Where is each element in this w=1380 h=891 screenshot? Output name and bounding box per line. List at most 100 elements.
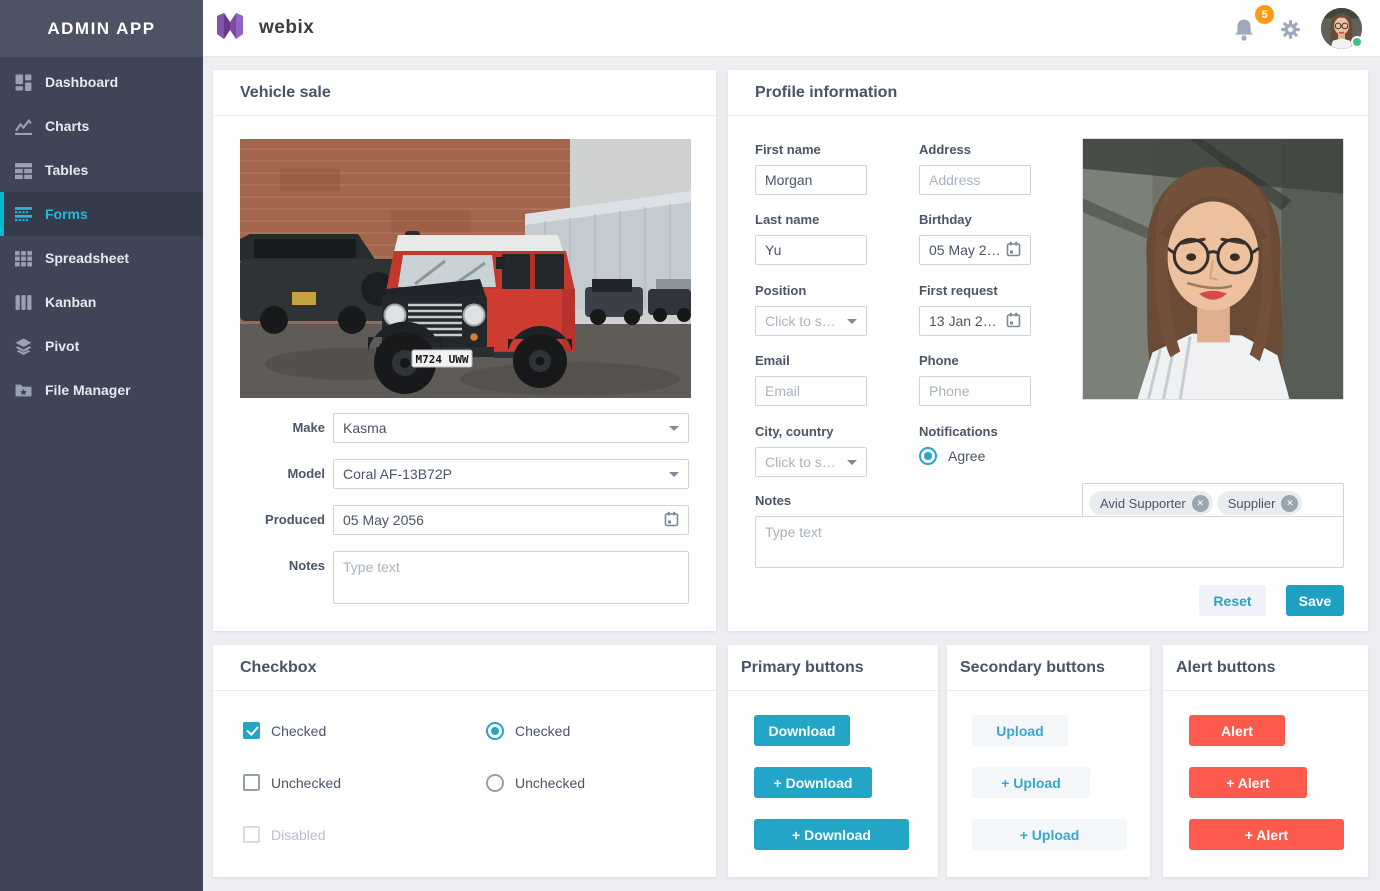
gear-icon xyxy=(1280,19,1301,40)
webix-logo-icon xyxy=(213,10,249,47)
radio-unchecked[interactable]: Unchecked xyxy=(486,774,585,792)
first-name-input[interactable] xyxy=(755,165,867,195)
panel-title: Primary buttons xyxy=(728,645,938,691)
checkbox-checked[interactable]: Checked xyxy=(243,722,326,739)
profile-notes-label: Notes xyxy=(755,494,1344,508)
spreadsheet-icon xyxy=(15,250,32,267)
tables-icon xyxy=(15,162,32,179)
sidebar-item-charts[interactable]: Charts xyxy=(0,104,203,148)
first-request-datepicker[interactable]: 13 Jan 2… xyxy=(919,306,1031,336)
save-button[interactable]: Save xyxy=(1286,585,1344,616)
radio-checked[interactable]: Checked xyxy=(486,722,570,740)
download-button[interactable]: + Download xyxy=(754,767,872,798)
produced-label: Produced xyxy=(240,505,333,535)
agree-radio[interactable]: Agree xyxy=(919,447,1049,465)
upload-button[interactable]: Upload xyxy=(972,715,1068,746)
webix-logo-text: webix xyxy=(259,17,314,39)
profile-panel: Profile information First name Last name… xyxy=(728,70,1368,631)
position-combo[interactable]: Click to s… xyxy=(755,306,867,336)
sidebar-item-label: Dashboard xyxy=(45,74,118,90)
sidebar-item-dashboard[interactable]: Dashboard xyxy=(0,60,203,104)
make-combo[interactable]: Kasma xyxy=(333,413,689,443)
radio-checked-icon xyxy=(486,722,504,740)
birthday-datepicker[interactable]: 05 May 2… xyxy=(919,235,1031,265)
chevron-down-icon xyxy=(847,460,857,465)
position-label: Position xyxy=(755,284,867,298)
produced-field-row: Produced 05 May 2056 xyxy=(240,505,689,535)
model-field-row: Model Coral AF-13B72P xyxy=(240,459,689,489)
online-status-dot xyxy=(1351,36,1363,48)
sidebar-item-kanban[interactable]: Kanban xyxy=(0,280,203,324)
chevron-down-icon xyxy=(669,426,679,431)
vehicle-notes-textarea[interactable] xyxy=(333,551,689,604)
license-plate-text: M724 UWW xyxy=(416,353,469,366)
city-country-combo[interactable]: Click to s… xyxy=(755,447,867,477)
panel-title: Secondary buttons xyxy=(947,645,1150,691)
phone-field[interactable] xyxy=(919,376,1031,406)
upload-button[interactable]: + Upload xyxy=(972,767,1090,798)
vehicle-photo: M724 UWW xyxy=(240,139,691,398)
produced-datepicker[interactable]: 05 May 2056 xyxy=(333,505,689,535)
make-field-row: Make Kasma xyxy=(240,413,689,443)
first-name-label: First name xyxy=(755,143,867,157)
panel-title: Checkbox xyxy=(213,645,716,691)
file-manager-icon xyxy=(15,382,32,399)
profile-notes-textarea[interactable] xyxy=(755,516,1344,568)
notifications-button[interactable] xyxy=(1232,16,1258,42)
sidebar-item-label: Charts xyxy=(45,118,89,134)
alert-button[interactable]: + Alert xyxy=(1189,819,1344,850)
checkbox-checked-icon xyxy=(243,722,260,739)
vehicle-notes-row: Notes xyxy=(240,551,689,604)
first-request-label: First request xyxy=(919,284,1031,298)
last-name-label: Last name xyxy=(755,213,867,227)
notifications-label: Notifications xyxy=(919,425,1049,439)
chevron-down-icon xyxy=(847,319,857,324)
kanban-icon xyxy=(15,294,32,311)
download-button[interactable]: Download xyxy=(754,715,850,746)
charts-icon xyxy=(15,118,32,135)
checkbox-unchecked[interactable]: Unchecked xyxy=(243,774,341,791)
alert-button[interactable]: + Alert xyxy=(1189,767,1307,798)
notification-badge: 5 xyxy=(1255,5,1274,24)
download-button[interactable]: + Download xyxy=(754,819,909,850)
vehicle-notes-label: Notes xyxy=(240,551,333,604)
make-label: Make xyxy=(240,413,333,443)
secondary-buttons-panel: Secondary buttons Upload + Upload + Uplo… xyxy=(947,645,1150,877)
bell-icon xyxy=(1232,16,1256,42)
settings-button[interactable] xyxy=(1280,19,1300,39)
calendar-icon xyxy=(1006,241,1021,260)
sidebar-item-label: File Manager xyxy=(45,382,131,398)
city-country-label: City, country xyxy=(755,425,867,439)
sidebar-item-file-manager[interactable]: File Manager xyxy=(0,368,203,412)
admin-app: ADMIN APP Dashboard Charts Tables xyxy=(0,0,1380,891)
sidebar-item-forms[interactable]: Forms xyxy=(0,192,203,236)
sidebar-item-label: Tables xyxy=(45,162,88,178)
sidebar-item-tables[interactable]: Tables xyxy=(0,148,203,192)
email-label: Email xyxy=(755,354,867,368)
user-avatar[interactable] xyxy=(1321,8,1362,49)
alert-button[interactable]: Alert xyxy=(1189,715,1285,746)
dashboard-icon xyxy=(15,74,32,91)
radio-checked-icon xyxy=(919,447,937,465)
sidebar-item-label: Pivot xyxy=(45,338,79,354)
address-field[interactable] xyxy=(919,165,1031,195)
app-title: ADMIN APP xyxy=(0,0,203,57)
radio-unchecked-icon xyxy=(486,774,504,792)
sidebar-item-pivot[interactable]: Pivot xyxy=(0,324,203,368)
model-combo[interactable]: Coral AF-13B72P xyxy=(333,459,689,489)
last-name-input[interactable] xyxy=(755,235,867,265)
sidebar-item-spreadsheet[interactable]: Spreadsheet xyxy=(0,236,203,280)
checkbox-panel: Checkbox Checked Unchecked Disabled Chec… xyxy=(213,645,716,877)
email-field[interactable] xyxy=(755,376,867,406)
reset-button[interactable]: Reset xyxy=(1199,585,1266,616)
vehicle-sale-panel: Vehicle sale xyxy=(213,70,716,631)
upload-button[interactable]: + Upload xyxy=(972,819,1127,850)
checkbox-unchecked-icon xyxy=(243,774,260,791)
panel-title: Vehicle sale xyxy=(213,70,716,116)
pivot-icon xyxy=(15,338,32,355)
chevron-down-icon xyxy=(669,472,679,477)
phone-label: Phone xyxy=(919,354,1031,368)
model-label: Model xyxy=(240,459,333,489)
sidebar-item-label: Spreadsheet xyxy=(45,250,129,266)
birthday-label: Birthday xyxy=(919,213,1031,227)
